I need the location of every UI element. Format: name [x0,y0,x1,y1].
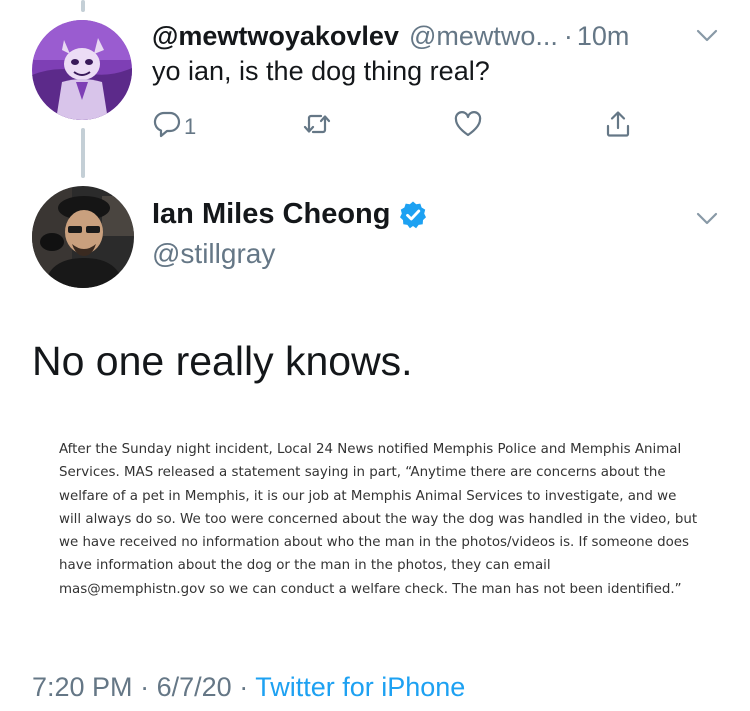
reply-icon [153,111,181,138]
like-icon [454,111,482,137]
separator-dot: · [239,672,249,702]
separator-dot: · [140,672,150,702]
reply-tweet-text: yo ian, is the dog thing real? [152,56,490,86]
verified-badge-icon [400,201,427,228]
attached-image[interactable]: After the Sunday night incident, Local 2… [32,420,718,640]
tweet-time: 7:20 PM [32,672,133,702]
main-tweet-text: No one really knows. [32,338,413,384]
reply-tweet-header: @mewtwoyakovlev @mewtwo... · 10m [152,18,722,54]
reply-handle[interactable]: @mewtwo... [409,21,558,52]
thread-line-top [81,0,85,12]
share-icon [606,111,630,137]
tweet-source-link[interactable]: Twitter for iPhone [255,672,465,702]
share-button[interactable] [603,106,633,142]
tweet-date: 6/7/20 [156,672,232,702]
thread-line-connector [81,128,85,178]
main-display-name[interactable]: Ian Miles Cheong [152,198,390,231]
tweet-metadata: 7:20 PM · 6/7/20 · Twitter for iPhone [32,672,465,703]
main-handle[interactable]: @stillgray [152,238,275,270]
avatar[interactable] [32,186,134,288]
reply-display-name[interactable]: @mewtwoyakovlev [152,21,399,52]
reply-timestamp[interactable]: 10m [577,21,630,52]
avatar[interactable] [32,20,132,120]
image-news-text: After the Sunday night incident, Local 2… [59,442,698,597]
retweet-icon [303,114,331,134]
reply-count: 1 [184,114,197,139]
reply-button[interactable]: 1 [152,106,196,142]
retweet-button[interactable] [302,106,332,142]
chevron-down-icon[interactable] [694,205,720,231]
chevron-down-icon[interactable] [694,22,720,48]
like-button[interactable] [453,106,483,142]
main-tweet-author: Ian Miles Cheong [152,198,428,231]
separator-dot: · [563,20,573,51]
